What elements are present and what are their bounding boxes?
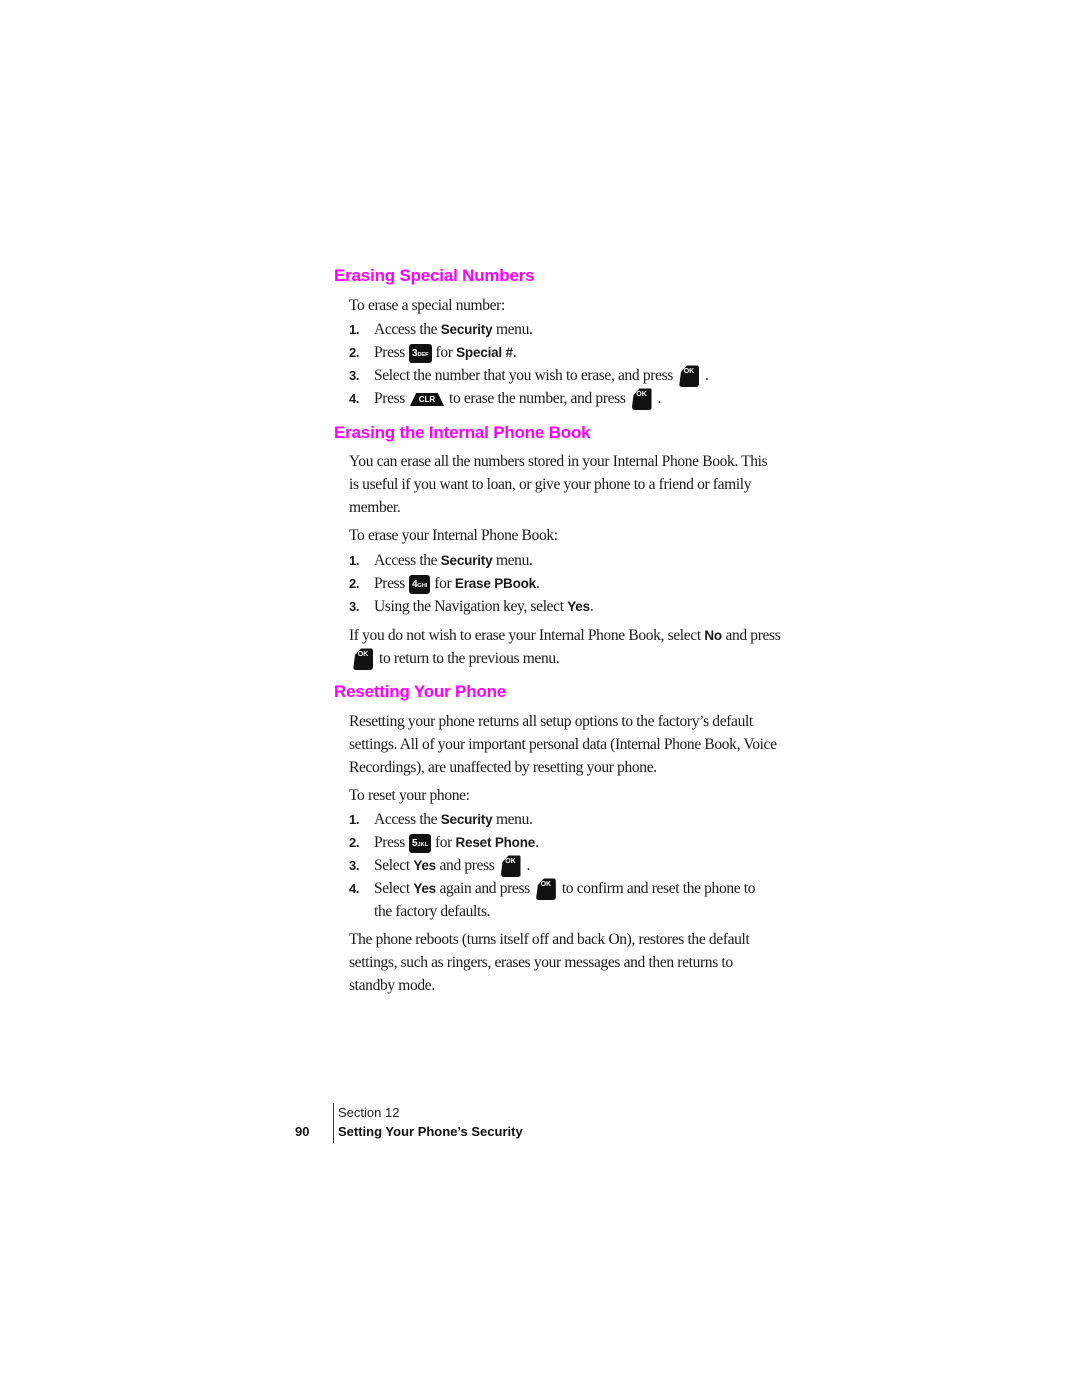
paragraph-line: standby mode. xyxy=(349,977,435,994)
heading-erasing-special-numbers: Erasing Special Numbers xyxy=(334,266,535,285)
paragraph-line: The phone reboots (turns itself off and … xyxy=(349,931,750,948)
step-text: . xyxy=(704,367,709,384)
note-text: and press xyxy=(721,627,781,644)
footer-section-label: Section 12 xyxy=(338,1105,400,1120)
step-text: for xyxy=(434,575,455,592)
list-item: 1. Access the Security menu. xyxy=(349,808,533,831)
step-number: 4. xyxy=(349,391,360,406)
list-item: 2. Press 4GHI for Erase PBook. xyxy=(349,572,540,595)
step-text: menu. xyxy=(492,552,533,569)
menu-option: Erase PBook xyxy=(454,576,536,591)
step-text: Access the xyxy=(374,321,441,338)
step-text: to erase the number, and press xyxy=(448,390,626,407)
list-item: 3. Using the Navigation key, select Yes. xyxy=(349,595,594,618)
note-line: OK to return to the previous menu. xyxy=(349,647,560,671)
ok-key-icon: OK xyxy=(353,648,373,671)
list-item: 4. Press CLR to erase the number, and press… xyxy=(349,387,662,411)
paragraph-line: member. xyxy=(349,499,401,516)
note-text: to return to the previous menu. xyxy=(379,650,560,667)
list-item: 3. Select the number that you wish to era… xyxy=(349,364,709,388)
intro-text: To reset your phone: xyxy=(349,787,470,804)
step-text: . xyxy=(535,834,539,851)
footer-divider xyxy=(333,1103,334,1143)
list-item: 3. Select Yes and press OK. xyxy=(349,854,531,878)
intro-text: To erase a special number: xyxy=(349,297,505,314)
list-item: 2. Press 5JKL for Reset Phone. xyxy=(349,831,539,854)
step-text: Press xyxy=(374,575,405,592)
step-text: . xyxy=(526,857,531,874)
step-number: 4. xyxy=(349,881,360,896)
step-text: . xyxy=(589,598,594,615)
note-line: If you do not wish to erase your Interna… xyxy=(349,624,781,647)
paragraph-line: Resetting your phone returns all setup o… xyxy=(349,713,753,730)
step-number: 3. xyxy=(349,368,360,383)
page-number: 90 xyxy=(295,1124,310,1139)
paragraph-line: settings. All of your important personal… xyxy=(349,736,777,753)
step-text: Press xyxy=(374,834,405,851)
list-item: 4. Select Yes again and press OK to confirm… xyxy=(349,877,756,901)
ok-key-icon: OK xyxy=(535,878,556,901)
step-text: Select xyxy=(374,880,414,897)
step-text: Using the Navigation key, select xyxy=(374,598,568,615)
step-number: 2. xyxy=(349,345,360,360)
manual-page: Erasing Special Numbers To erase a speci… xyxy=(0,0,1080,1397)
list-item: 2. Press 3DEF for Special #. xyxy=(349,341,517,364)
menu-option: Reset Phone xyxy=(455,835,536,850)
step-text: and press xyxy=(436,857,495,874)
step-number: 2. xyxy=(349,576,360,591)
step-text: Select the number that you wish to erase… xyxy=(374,367,673,384)
paragraph-line: Recordings), are unaffected by resetting… xyxy=(349,759,657,776)
step-text: to confirm and reset the phone to xyxy=(561,880,756,897)
footer-section-title: Setting Your Phone’s Security xyxy=(338,1124,523,1139)
menu-option: No xyxy=(704,628,722,643)
menu-option: Yes xyxy=(413,881,436,896)
list-item: 1. Access the Security menu. xyxy=(349,318,533,341)
key-5-icon: 5JKL xyxy=(408,833,431,853)
paragraph-line: settings, such as ringers, erases your m… xyxy=(349,954,733,971)
step-text: Select xyxy=(374,857,414,874)
step-text: Access the xyxy=(374,811,441,828)
step-number: 1. xyxy=(349,553,360,568)
menu-name: Security xyxy=(440,322,493,337)
heading-resetting-your-phone: Resetting Your Phone xyxy=(334,682,507,701)
menu-name: Security xyxy=(440,553,493,568)
step-text: . xyxy=(657,390,662,407)
ok-key-icon: OK xyxy=(500,855,521,878)
heading-erasing-internal-phone-book: Erasing the Internal Phone Book xyxy=(334,423,591,442)
intro-text: To erase your Internal Phone Book: xyxy=(349,527,558,544)
step-text: . xyxy=(512,344,517,361)
step-continuation: the factory defaults. xyxy=(374,903,491,920)
step-text: again and press xyxy=(436,880,531,897)
clr-key-icon: CLR xyxy=(409,392,444,406)
step-number: 1. xyxy=(349,322,360,337)
ok-key-icon: OK xyxy=(631,388,652,411)
step-text: . xyxy=(535,575,540,592)
list-item: 1. Access the Security menu. xyxy=(349,549,533,572)
step-text: Press xyxy=(374,390,405,407)
step-number: 3. xyxy=(349,858,360,873)
key-4-icon: 4GHI xyxy=(408,574,431,594)
menu-option: Special # xyxy=(456,345,513,360)
key-3-icon: 3DEF xyxy=(408,343,432,363)
step-text: Access the xyxy=(374,552,441,569)
step-text: menu. xyxy=(492,811,533,828)
step-text: menu. xyxy=(492,321,533,338)
step-number: 1. xyxy=(349,812,360,827)
step-number: 2. xyxy=(349,835,360,850)
menu-option: Yes xyxy=(413,858,436,873)
menu-option: Yes xyxy=(567,599,590,614)
note-text: If you do not wish to erase your Interna… xyxy=(349,627,705,644)
paragraph-line: is useful if you want to loan, or give y… xyxy=(349,476,752,493)
ok-key-icon: OK xyxy=(678,365,699,388)
step-text: Press xyxy=(374,344,405,361)
step-text: for xyxy=(434,834,456,851)
paragraph-line: You can erase all the numbers stored in … xyxy=(349,453,768,470)
menu-name: Security xyxy=(440,812,493,827)
step-number: 3. xyxy=(349,599,360,614)
step-text: for xyxy=(435,344,457,361)
